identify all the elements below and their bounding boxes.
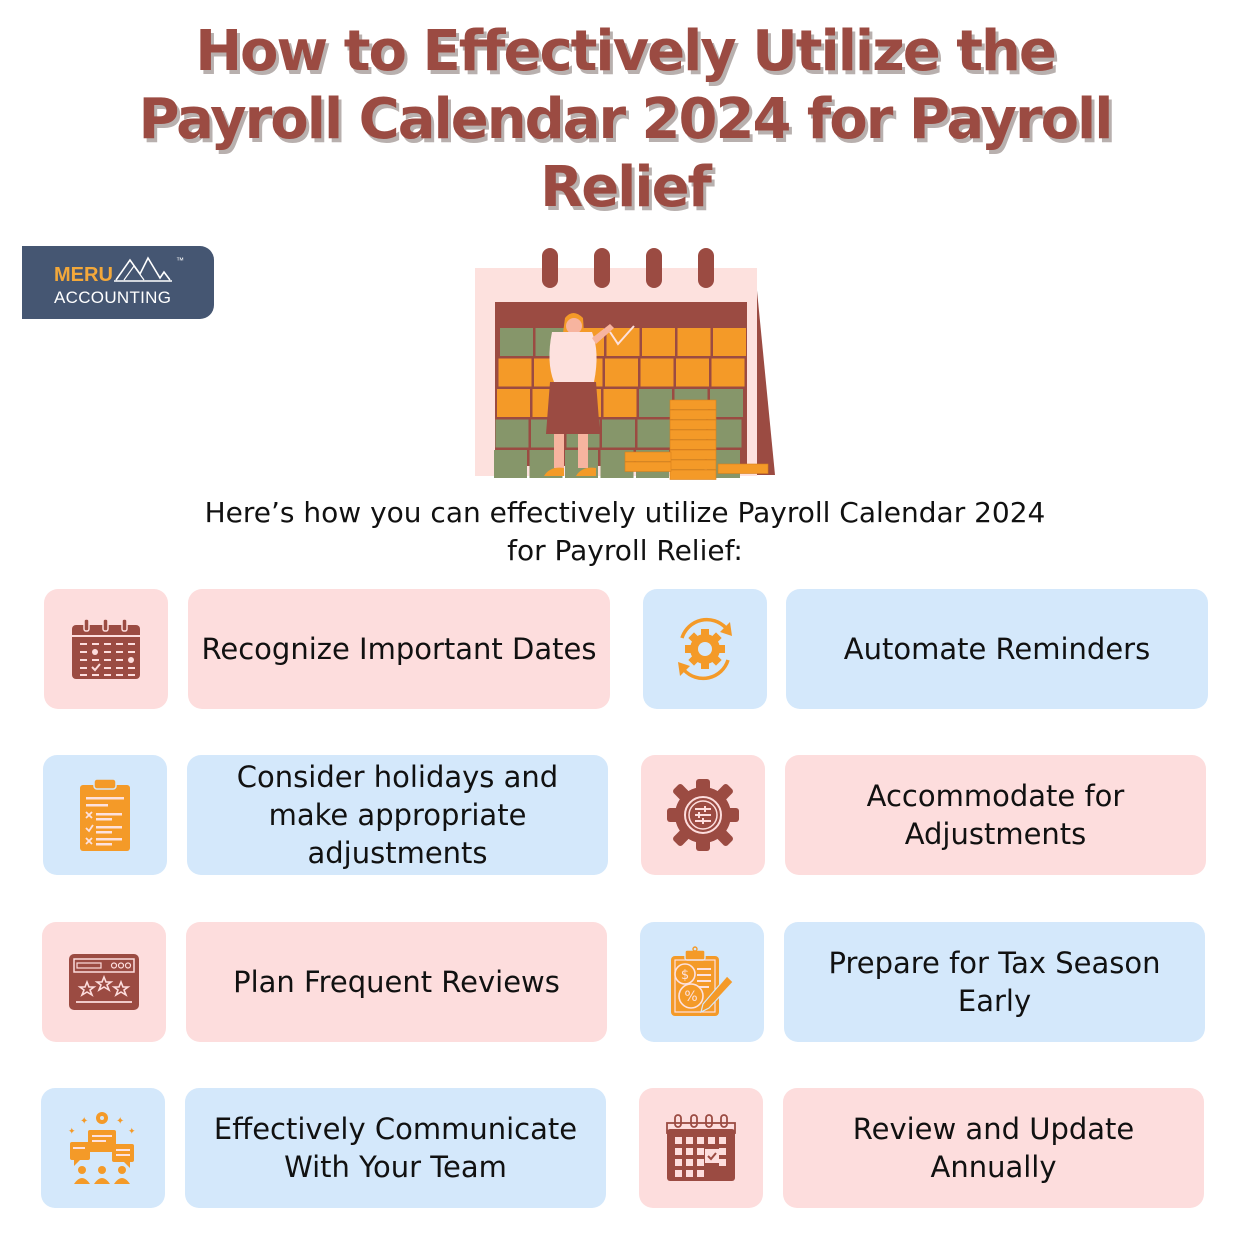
calendar-cell xyxy=(497,389,530,417)
calendar-cell xyxy=(639,389,672,417)
calendar-day xyxy=(697,1137,704,1144)
tip-icon-card xyxy=(641,755,765,875)
tip-card: Review and Update Annually xyxy=(783,1088,1204,1208)
tip-label: Accommodate for Adjustments xyxy=(866,779,1125,851)
calendar-day xyxy=(675,1137,682,1144)
coin xyxy=(624,451,672,462)
tip-label: Plan Frequent Reviews xyxy=(233,965,560,999)
calendar-cell xyxy=(676,358,709,387)
calendar-day xyxy=(675,1159,682,1166)
gear-settings-icon xyxy=(667,779,739,851)
tip-label: Review and Update Annually xyxy=(852,1112,1135,1184)
tip-card: Consider holidays and make appropriate a… xyxy=(187,755,608,875)
mountain-peaks-icon xyxy=(114,256,172,282)
calendar-day xyxy=(719,1137,726,1144)
title-line: Relief xyxy=(540,155,712,220)
logo-brand: MERU xyxy=(54,264,113,286)
tip-label: Recognize Important Dates xyxy=(201,632,597,666)
hero-calendar-illustration xyxy=(475,248,775,480)
meru-accounting-logo: MERU ™ ACCOUNTING xyxy=(22,246,214,319)
svg-text:✦: ✦ xyxy=(128,1127,136,1137)
coin xyxy=(669,409,717,420)
calendar-cell xyxy=(494,450,527,478)
calendar-day xyxy=(697,1159,704,1166)
calendar-cell xyxy=(642,328,675,356)
tip-label: Consider holidays and make appropriate a… xyxy=(236,760,559,870)
title-line: How to Effectively Utilize the xyxy=(195,19,1057,84)
calendar-cell xyxy=(606,328,640,356)
calendar-day xyxy=(675,1170,682,1177)
calendar-cell xyxy=(640,358,674,387)
trademark: ™ xyxy=(176,256,184,265)
tip-card: Recognize Important Dates xyxy=(188,589,610,709)
coin xyxy=(717,463,769,474)
coin xyxy=(669,459,717,470)
calendar-day xyxy=(697,1148,704,1155)
tip-card: Accommodate for Adjustments xyxy=(785,755,1206,875)
gear-cycle-icon xyxy=(678,617,732,681)
svg-text:✦: ✦ xyxy=(68,1127,76,1137)
intro-line: for Payroll Relief: xyxy=(507,534,743,567)
coin xyxy=(669,429,717,440)
intro-text: Here’s how you can effectively utilize P… xyxy=(0,494,1250,570)
calendar-cell xyxy=(498,358,532,387)
tip-icon-card xyxy=(44,589,168,709)
svg-text:%: % xyxy=(684,989,697,1005)
calendar-dates-icon xyxy=(72,618,140,679)
calendar-day xyxy=(686,1159,693,1166)
tip-card: Plan Frequent Reviews xyxy=(186,922,607,1042)
logo-subtitle: ACCOUNTING xyxy=(54,288,172,307)
tip-label: Prepare for Tax Season Early xyxy=(828,946,1161,1018)
calendar-day xyxy=(697,1170,704,1177)
tip-card: Prepare for Tax Season Early xyxy=(784,922,1205,1042)
calendar-cell xyxy=(602,419,635,448)
calendar-day xyxy=(708,1137,715,1144)
svg-text:$: $ xyxy=(681,968,689,983)
tip-icon-card xyxy=(43,755,167,875)
calendar-cell xyxy=(500,328,533,356)
tip-label: Effectively Communicate With Your Team xyxy=(213,1112,578,1184)
tip-card: Effectively Communicate With Your Team xyxy=(185,1088,606,1208)
calendar-cell xyxy=(605,358,638,387)
tip-icon-card: ✦ ✦ ✦ ✦ xyxy=(41,1088,165,1208)
coin xyxy=(669,419,717,430)
calendar-check-icon xyxy=(666,1114,736,1181)
coin xyxy=(669,439,717,450)
title-line: Payroll Calendar 2024 for Payroll xyxy=(138,87,1114,152)
team-chat-icon: ✦ ✦ ✦ ✦ xyxy=(68,1112,136,1184)
page-title: How to Effectively Utilize the Payroll C… xyxy=(0,18,1250,222)
tip-icon-card xyxy=(643,589,767,709)
coin xyxy=(669,399,717,410)
coin xyxy=(669,469,717,480)
calendar-cell xyxy=(603,389,637,417)
clipboard-checklist-icon xyxy=(80,778,130,851)
tip-icon-card xyxy=(42,922,166,1042)
tip-icon-card xyxy=(639,1088,763,1208)
calendar-day xyxy=(719,1159,726,1166)
coin xyxy=(669,449,717,460)
calendar-day xyxy=(719,1148,726,1155)
tip-icon-card: $ % xyxy=(640,922,764,1042)
svg-text:✦: ✦ xyxy=(116,1116,124,1127)
calendar-cell xyxy=(711,358,745,387)
tip-label: Automate Reminders xyxy=(843,632,1151,666)
calendar-day xyxy=(675,1148,682,1155)
calendar-cell xyxy=(677,328,711,356)
svg-text:✦: ✦ xyxy=(80,1116,88,1127)
calendar-cell xyxy=(637,419,671,448)
calendar-cell xyxy=(495,419,529,448)
calendar-day xyxy=(686,1137,693,1144)
tip-card: Automate Reminders xyxy=(786,589,1208,709)
tax-clipboard-icon: $ % xyxy=(671,946,734,1016)
calendar-day xyxy=(686,1170,693,1177)
calendar-cell xyxy=(713,328,746,356)
coin xyxy=(624,461,672,472)
calendar-day xyxy=(686,1148,693,1155)
browser-stars-icon xyxy=(69,954,139,1010)
intro-line: Here’s how you can effectively utilize P… xyxy=(204,496,1046,529)
